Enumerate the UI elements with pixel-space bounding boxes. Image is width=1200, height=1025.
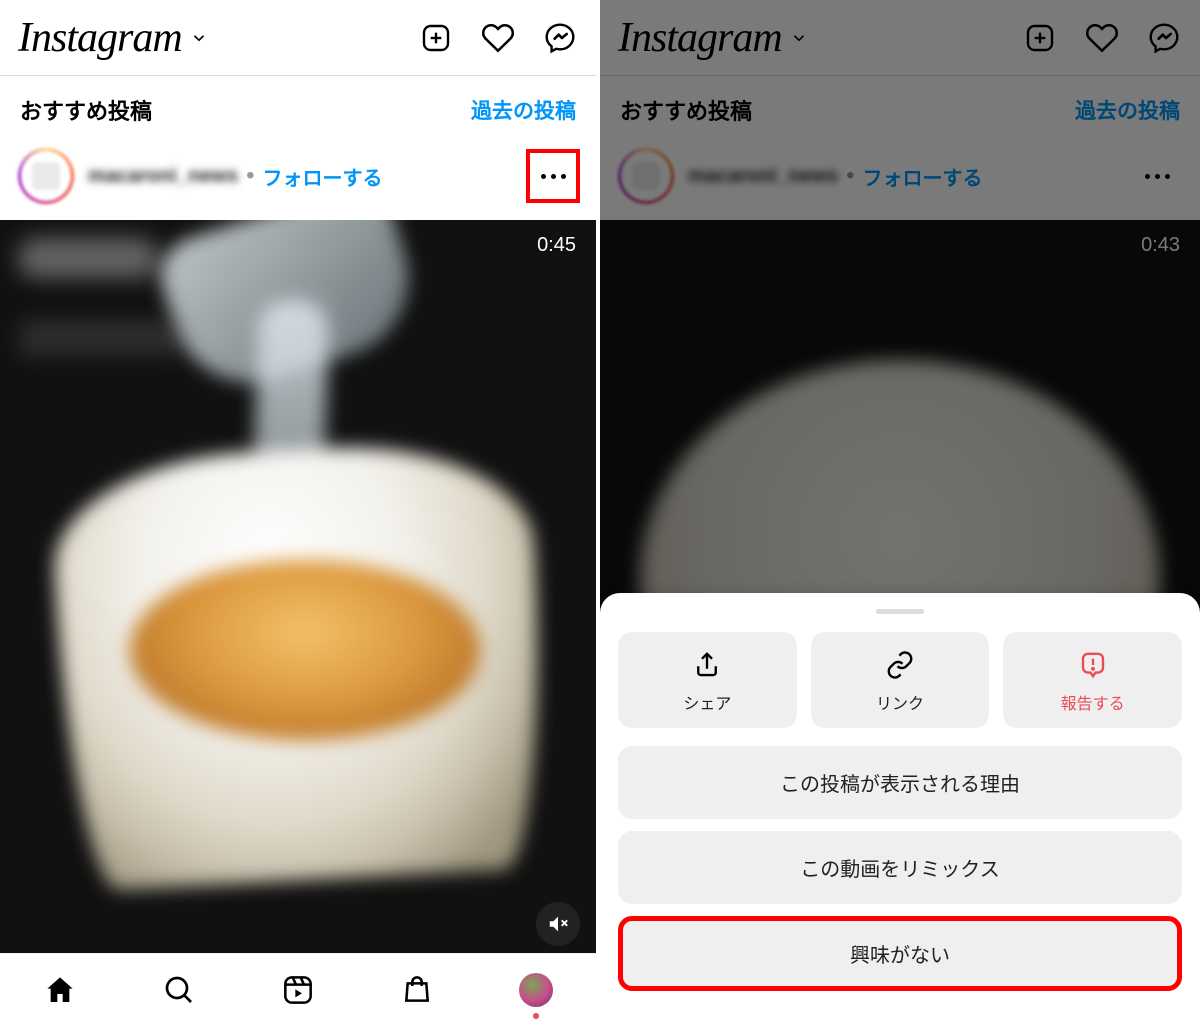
create-post-icon[interactable] — [418, 20, 454, 56]
mute-icon[interactable] — [536, 902, 580, 946]
follow-button[interactable]: フォローする — [862, 162, 982, 191]
separator-dot: • — [246, 162, 254, 190]
more-dots-icon — [1145, 174, 1170, 179]
link-icon — [885, 650, 915, 680]
more-dots-icon — [541, 174, 566, 179]
activity-heart-icon[interactable] — [1084, 20, 1120, 56]
nav-home-icon[interactable] — [41, 971, 79, 1009]
past-posts-link[interactable]: 過去の投稿 — [471, 95, 576, 125]
chevron-down-icon[interactable] — [790, 29, 808, 47]
share-icon — [692, 650, 722, 680]
report-icon — [1078, 650, 1108, 680]
header: Instagram — [600, 0, 1200, 76]
report-button[interactable]: 報告する — [1003, 632, 1182, 728]
instagram-logo[interactable]: Instagram — [618, 14, 782, 62]
post-more-button[interactable] — [1130, 149, 1184, 203]
share-label: シェア — [683, 690, 731, 714]
suggested-title: おすすめ投稿 — [20, 94, 152, 126]
not-interested-button[interactable]: 興味がない — [618, 916, 1182, 991]
post-avatar[interactable] — [18, 148, 74, 204]
nav-profile-icon[interactable] — [517, 971, 555, 1009]
create-post-icon[interactable] — [1022, 20, 1058, 56]
chevron-down-icon[interactable] — [190, 29, 208, 47]
link-label: リンク — [876, 690, 924, 714]
remix-video-button[interactable]: この動画をリミックス — [618, 831, 1182, 904]
post-header: macaroni_news • フォローする — [0, 140, 596, 220]
messenger-icon[interactable] — [542, 20, 578, 56]
post-more-button[interactable] — [526, 149, 580, 203]
follow-button[interactable]: フォローする — [262, 162, 382, 191]
video-time: 0:43 — [1141, 234, 1180, 257]
suggested-header: おすすめ投稿 過去の投稿 — [600, 76, 1200, 140]
nav-reels-icon[interactable] — [279, 971, 317, 1009]
post-username[interactable]: macaroni_news — [688, 165, 838, 188]
sheet-action-row: シェア リンク 報告する — [618, 632, 1182, 728]
sheet-grabber[interactable] — [876, 609, 924, 614]
instagram-logo[interactable]: Instagram — [18, 14, 182, 62]
phone-right: Instagram おすすめ投稿 過去の投稿 macaroni_news • フ… — [600, 0, 1200, 1025]
nav-search-icon[interactable] — [160, 971, 198, 1009]
separator-dot: • — [846, 162, 854, 190]
bottom-nav — [0, 953, 596, 1025]
nav-shop-icon[interactable] — [398, 971, 436, 1009]
messenger-icon[interactable] — [1146, 20, 1182, 56]
post-video[interactable]: 0:45 — [0, 220, 596, 960]
phone-left: Instagram おすすめ投稿 過去の投稿 macaroni_news • フ… — [0, 0, 600, 1025]
notification-dot-icon — [533, 1013, 539, 1019]
share-button[interactable]: シェア — [618, 632, 797, 728]
post-username[interactable]: macaroni_news — [88, 165, 238, 188]
post-header: macaroni_news • フォローする — [600, 140, 1200, 220]
options-bottom-sheet: シェア リンク 報告する この投稿が表示される理由 この動画をリミックス 興味が… — [600, 593, 1200, 1025]
post-avatar[interactable] — [618, 148, 674, 204]
suggested-header: おすすめ投稿 過去の投稿 — [0, 76, 596, 140]
suggested-title: おすすめ投稿 — [620, 94, 752, 126]
video-time: 0:45 — [537, 234, 576, 257]
header: Instagram — [0, 0, 596, 76]
past-posts-link[interactable]: 過去の投稿 — [1075, 95, 1180, 125]
link-button[interactable]: リンク — [811, 632, 990, 728]
report-label: 報告する — [1061, 690, 1125, 714]
activity-heart-icon[interactable] — [480, 20, 516, 56]
why-seeing-button[interactable]: この投稿が表示される理由 — [618, 746, 1182, 819]
